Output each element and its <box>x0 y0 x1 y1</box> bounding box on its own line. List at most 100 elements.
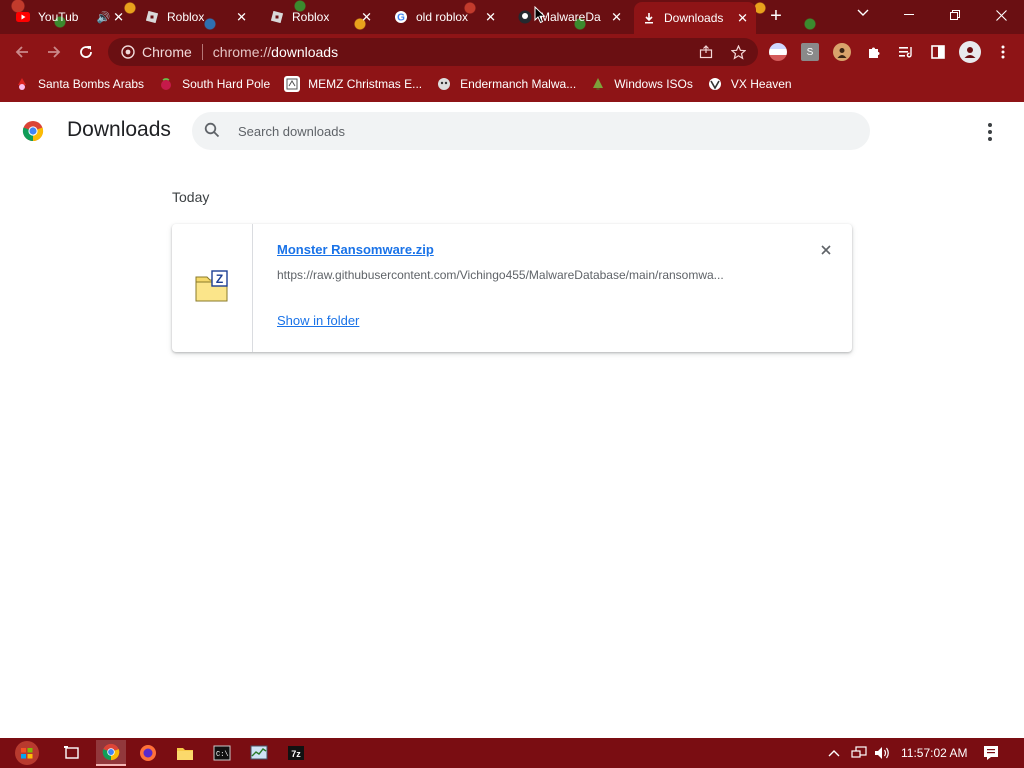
raspberry-icon <box>158 76 174 92</box>
forward-button[interactable] <box>42 40 66 64</box>
roblox-icon <box>270 10 284 24</box>
show-in-folder-link[interactable]: Show in folder <box>277 313 359 328</box>
address-bar[interactable]: Chrome chrome://downloads <box>108 38 758 66</box>
more-actions-icon[interactable] <box>980 120 1000 144</box>
tab-github[interactable]: MalwareDa ✕ <box>510 3 630 31</box>
windows-isos-icon <box>590 76 606 92</box>
task-manager-taskbar-icon[interactable] <box>244 740 274 766</box>
tab-label: Downloads <box>664 11 724 25</box>
extensions-puzzle-icon[interactable] <box>865 43 883 61</box>
chrome-site-icon[interactable] <box>120 44 136 60</box>
menu-dot <box>988 123 992 127</box>
endermanch-icon <box>436 76 452 92</box>
close-tab-icon[interactable]: ✕ <box>361 11 372 24</box>
site-chip-label: Chrome <box>142 44 192 60</box>
bookmarks-bar: Santa Bombs Arabs South Hard Pole MEMZ C… <box>0 70 1024 98</box>
new-tab-button[interactable]: + <box>764 6 788 28</box>
show-hidden-icons-button[interactable] <box>828 738 840 768</box>
tab-label: old roblox <box>416 10 469 24</box>
file-explorer-taskbar-icon[interactable] <box>170 740 200 766</box>
date-header: Today <box>172 189 210 205</box>
network-icon[interactable] <box>851 738 867 768</box>
tab-roblox-2[interactable]: Roblox ✕ <box>262 3 380 31</box>
tab-downloads[interactable]: Downloads ✕ <box>634 2 756 34</box>
youtube-icon <box>16 10 30 24</box>
search-downloads-field[interactable] <box>192 112 870 150</box>
bookmark-item[interactable]: South Hard Pole <box>158 76 270 92</box>
bookmark-star-icon[interactable] <box>728 44 748 60</box>
remove-download-icon[interactable] <box>816 240 836 260</box>
bookmark-label: Endermanch Malwa... <box>460 77 577 91</box>
media-controls-icon[interactable] <box>897 43 915 61</box>
share-icon[interactable] <box>696 44 716 60</box>
tab-search-icon[interactable] <box>852 6 874 26</box>
bookmark-label: Windows ISOs <box>614 77 693 91</box>
close-tab-icon[interactable]: ✕ <box>611 11 622 24</box>
close-tab-icon[interactable]: ✕ <box>737 12 748 25</box>
notification-center-icon[interactable] <box>982 744 1000 762</box>
extension-flag-icon[interactable] <box>769 43 787 61</box>
7zip-taskbar-icon[interactable]: 7z <box>281 740 311 766</box>
volume-icon[interactable] <box>874 738 890 768</box>
menu-dot <box>988 130 992 134</box>
close-tab-icon[interactable]: ✕ <box>236 11 247 24</box>
chrome-logo-icon <box>22 120 44 142</box>
extension-avatar-icon[interactable] <box>833 43 851 61</box>
download-icon <box>642 11 656 25</box>
file-name-link[interactable]: Monster Ransomware.zip <box>277 242 434 257</box>
santa-icon <box>14 76 30 92</box>
chrome-taskbar-icon[interactable] <box>96 740 126 766</box>
bookmark-item[interactable]: Windows ISOs <box>590 76 693 92</box>
back-button[interactable] <box>10 40 34 64</box>
bookmark-item[interactable]: Endermanch Malwa... <box>436 76 576 92</box>
bookmark-label: Santa Bombs Arabs <box>38 77 145 91</box>
file-icon-column: Z <box>172 224 253 352</box>
restore-button[interactable] <box>932 0 978 30</box>
close-tab-icon[interactable]: ✕ <box>485 11 496 24</box>
github-icon <box>518 10 532 24</box>
vx-heaven-icon <box>707 76 723 92</box>
tab-label: MalwareDa <box>540 10 601 24</box>
page-title: Downloads <box>67 118 171 141</box>
reload-button[interactable] <box>74 40 98 64</box>
browser-toolbar: Chrome chrome://downloads S <box>0 34 1024 70</box>
tab-google-search[interactable]: G old roblox ✕ <box>386 3 504 31</box>
chrome-menu-icon[interactable] <box>994 43 1012 61</box>
tab-label: Roblox <box>167 10 205 24</box>
tab-roblox-1[interactable]: Roblox ✕ <box>137 3 255 31</box>
downloads-header: Downloads <box>0 102 1024 160</box>
bookmark-label: VX Heaven <box>730 77 792 91</box>
start-button[interactable] <box>8 739 46 767</box>
speaker-icon[interactable]: 🔊 <box>96 11 110 24</box>
firefox-taskbar-icon[interactable] <box>133 740 163 766</box>
svg-text:C:\: C:\ <box>216 751 229 759</box>
google-icon: G <box>394 10 408 24</box>
task-view-icon[interactable] <box>57 740 87 766</box>
omnibox-divider <box>201 44 203 60</box>
tab-youtube[interactable]: YouTub 🔊 ✕ <box>8 3 132 31</box>
tab-label: YouTub <box>38 10 79 24</box>
bookmark-item[interactable]: VX Heaven <box>707 76 792 92</box>
tab-strip: YouTub 🔊 ✕ Roblox ✕ Roblox ✕ G old roblo… <box>0 0 1024 34</box>
mouse-cursor-icon <box>534 5 546 24</box>
url-scheme: chrome:// <box>212 44 272 60</box>
bookmark-item[interactable]: Santa Bombs Arabs <box>14 76 144 92</box>
command-prompt-taskbar-icon[interactable]: C:\ <box>207 740 237 766</box>
browser-frame: YouTub 🔊 ✕ Roblox ✕ Roblox ✕ G old roblo… <box>0 0 1024 102</box>
bookmark-label: South Hard Pole <box>182 77 271 91</box>
close-tab-icon[interactable]: ✕ <box>113 11 124 24</box>
system-clock[interactable]: 11:57:02 AM <box>901 738 968 768</box>
tab-label: Roblox <box>292 10 330 24</box>
zip-file-icon: Z <box>195 270 229 302</box>
search-input[interactable] <box>238 123 818 139</box>
bookmark-label: MEMZ Christmas E... <box>308 77 423 91</box>
windows-taskbar: C:\ 7z 11:57:02 AM <box>0 738 1024 768</box>
minimize-button[interactable] <box>886 0 932 30</box>
download-item-card: Z Monster Ransomware.zip https://raw.git… <box>172 224 852 352</box>
close-window-button[interactable] <box>978 0 1024 30</box>
source-url[interactable]: https://raw.githubusercontent.com/Vichin… <box>277 268 777 282</box>
bookmark-item[interactable]: MEMZ Christmas E... <box>284 76 422 92</box>
side-panel-icon[interactable] <box>929 43 947 61</box>
extension-s-icon[interactable]: S <box>801 43 819 61</box>
profile-avatar-icon[interactable] <box>959 41 981 63</box>
